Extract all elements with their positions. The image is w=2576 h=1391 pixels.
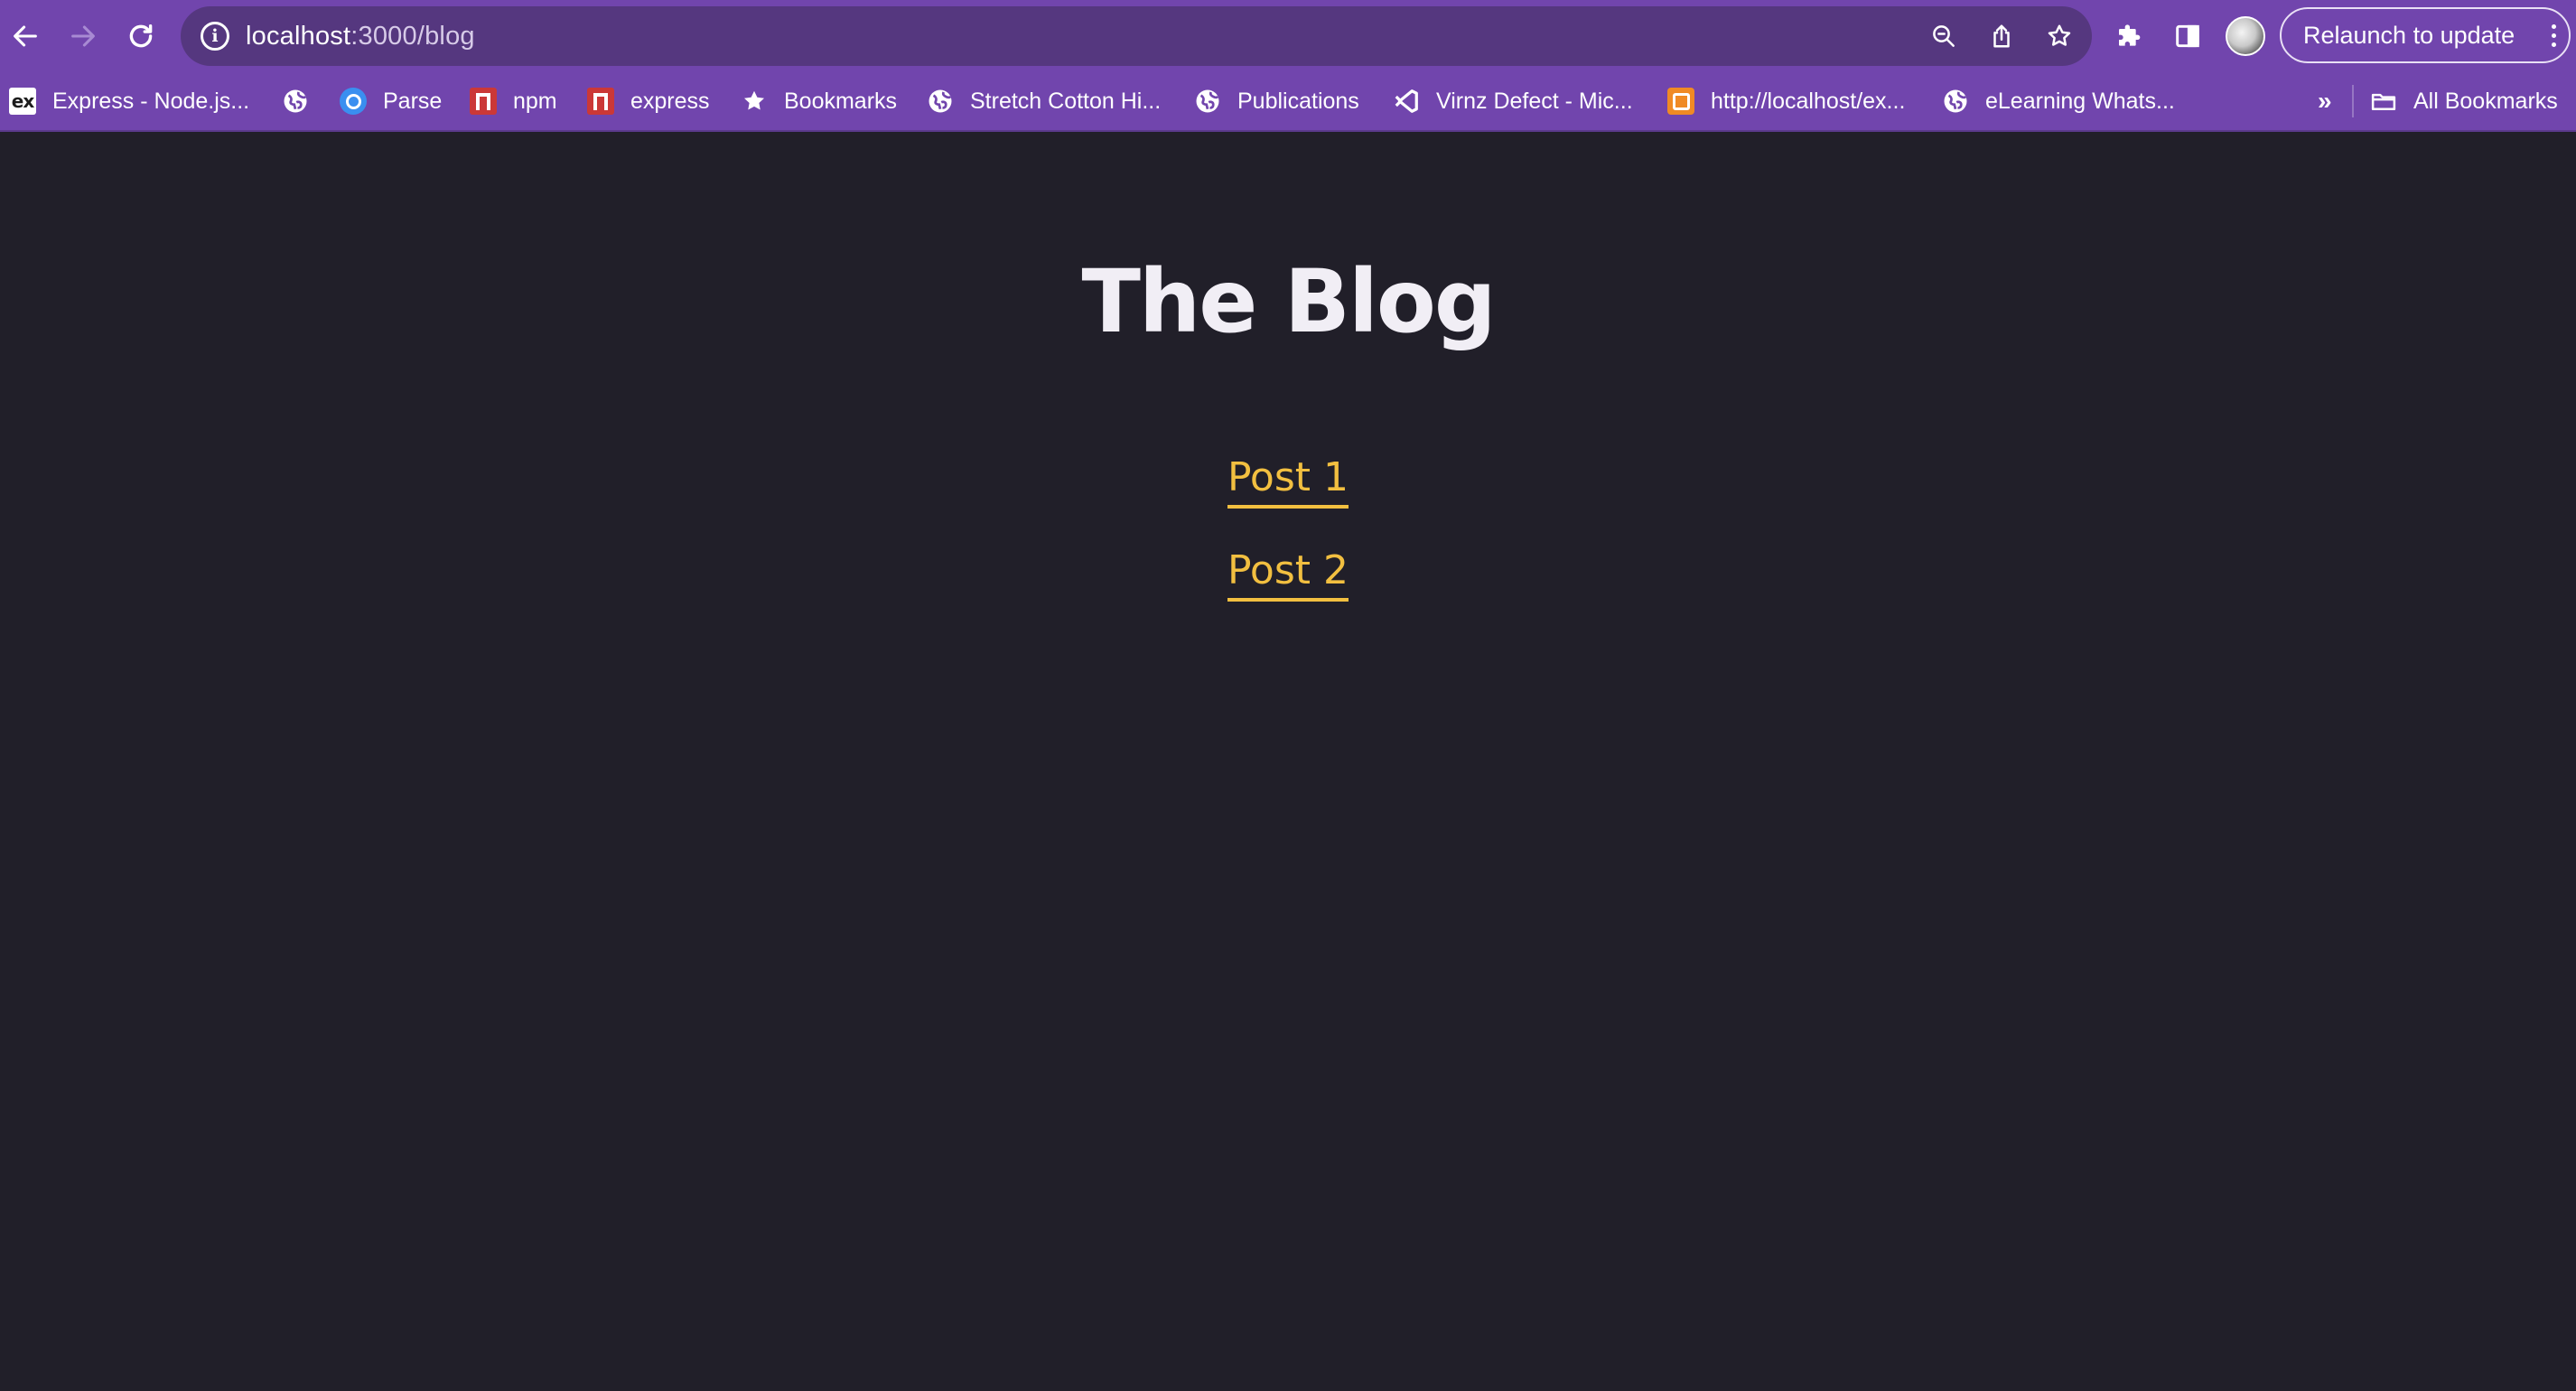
bookmark-star-icon[interactable]: [2039, 16, 2079, 56]
post-link-1[interactable]: Post 1: [1227, 454, 1349, 509]
bookmark-label: express: [630, 88, 710, 114]
list-item: Post 2: [1227, 547, 1349, 641]
forward-button[interactable]: [54, 7, 112, 65]
npm-icon: [470, 88, 497, 115]
globe-icon: [282, 88, 309, 115]
globe-icon: [1194, 88, 1221, 115]
bookmark-label: http://localhost/ex...: [1711, 88, 1906, 114]
bookmark-label: Virnz Defect - Mic...: [1436, 88, 1633, 114]
bookmark-parse[interactable]: Parse: [340, 72, 442, 130]
zoom-icon[interactable]: [1924, 16, 1964, 56]
arrow-right-icon: [71, 25, 95, 47]
xampp-icon: [1667, 88, 1694, 115]
reload-icon: [129, 23, 153, 48]
url-path: :3000/blog: [350, 21, 475, 51]
folder-icon: [2370, 88, 2397, 115]
bookmark-express-nodejs[interactable]: ex Express - Node.js...: [9, 72, 249, 130]
bookmark-label: All Bookmarks: [2413, 88, 2558, 114]
reload-button[interactable]: [112, 7, 170, 65]
globe-icon: [1942, 88, 1969, 115]
url-text[interactable]: localhost:3000/blog: [246, 22, 475, 51]
bookmark-label: eLearning Whats...: [1985, 88, 2175, 114]
url-host: localhost: [246, 21, 351, 51]
bookmark-localhost[interactable]: http://localhost/ex...: [1667, 72, 1905, 130]
arrow-left-icon: [14, 25, 37, 47]
star-icon: [741, 88, 768, 115]
bookmark-virnz-defect[interactable]: Virnz Defect - Mic...: [1393, 72, 1633, 130]
bookmark-label: Stretch Cotton Hi...: [970, 88, 1162, 114]
page-title: The Blog: [1081, 251, 1496, 352]
toolbar-actions: [2110, 7, 2265, 65]
relaunch-label: Relaunch to update: [2303, 21, 2515, 49]
browser-toolbar: i localhost:3000/blog Relaunch to update: [0, 0, 2576, 72]
express-icon: ex: [9, 88, 36, 115]
side-panel-icon[interactable]: [2168, 16, 2207, 56]
post-link-2[interactable]: Post 2: [1227, 547, 1349, 602]
bookmarks-divider: [2352, 85, 2354, 117]
bookmark-label: Bookmarks: [784, 88, 898, 114]
chevron-double-right-icon: »: [2318, 87, 2332, 115]
back-button[interactable]: [0, 7, 54, 65]
bookmark-globe[interactable]: [282, 72, 325, 130]
bookmark-label: Publications: [1237, 88, 1359, 114]
bookmark-express[interactable]: express: [587, 72, 710, 130]
post-list: Post 1 Post 2: [0, 454, 2576, 641]
site-info-icon[interactable]: i: [201, 22, 229, 51]
profile-avatar[interactable]: [2226, 16, 2265, 56]
globe-icon: [927, 88, 954, 115]
bookmark-npm[interactable]: npm: [470, 72, 557, 130]
extensions-puzzle-icon[interactable]: [2110, 16, 2150, 56]
share-icon[interactable]: [1982, 16, 2021, 56]
bookmark-stretch-cotton[interactable]: Stretch Cotton Hi...: [927, 72, 1161, 130]
bookmark-label: Express - Node.js...: [52, 88, 250, 114]
visual-studio-icon: [1393, 88, 1420, 115]
list-item: Post 1: [1227, 454, 1349, 548]
bookmark-publications[interactable]: Publications: [1194, 72, 1359, 130]
all-bookmarks-button[interactable]: All Bookmarks: [2370, 72, 2558, 130]
address-bar-actions: [1924, 6, 2079, 66]
bookmark-label: npm: [513, 88, 557, 114]
npm-icon: [587, 88, 614, 115]
bookmark-folder-bookmarks[interactable]: Bookmarks: [741, 72, 897, 130]
page-content: The Blog Post 1 Post 2: [0, 134, 2576, 1391]
parse-icon: [340, 88, 367, 115]
relaunch-button[interactable]: Relaunch to update: [2280, 7, 2571, 63]
bookmarks-bar: ex Express - Node.js... Parse npm expres…: [0, 72, 2576, 132]
bookmarks-overflow-button[interactable]: »: [2318, 72, 2332, 130]
bookmark-label: Parse: [383, 88, 443, 114]
bookmark-elearning[interactable]: eLearning Whats...: [1942, 72, 2175, 130]
address-bar[interactable]: i localhost:3000/blog: [181, 6, 2092, 66]
kebab-menu-icon[interactable]: [2552, 9, 2556, 61]
